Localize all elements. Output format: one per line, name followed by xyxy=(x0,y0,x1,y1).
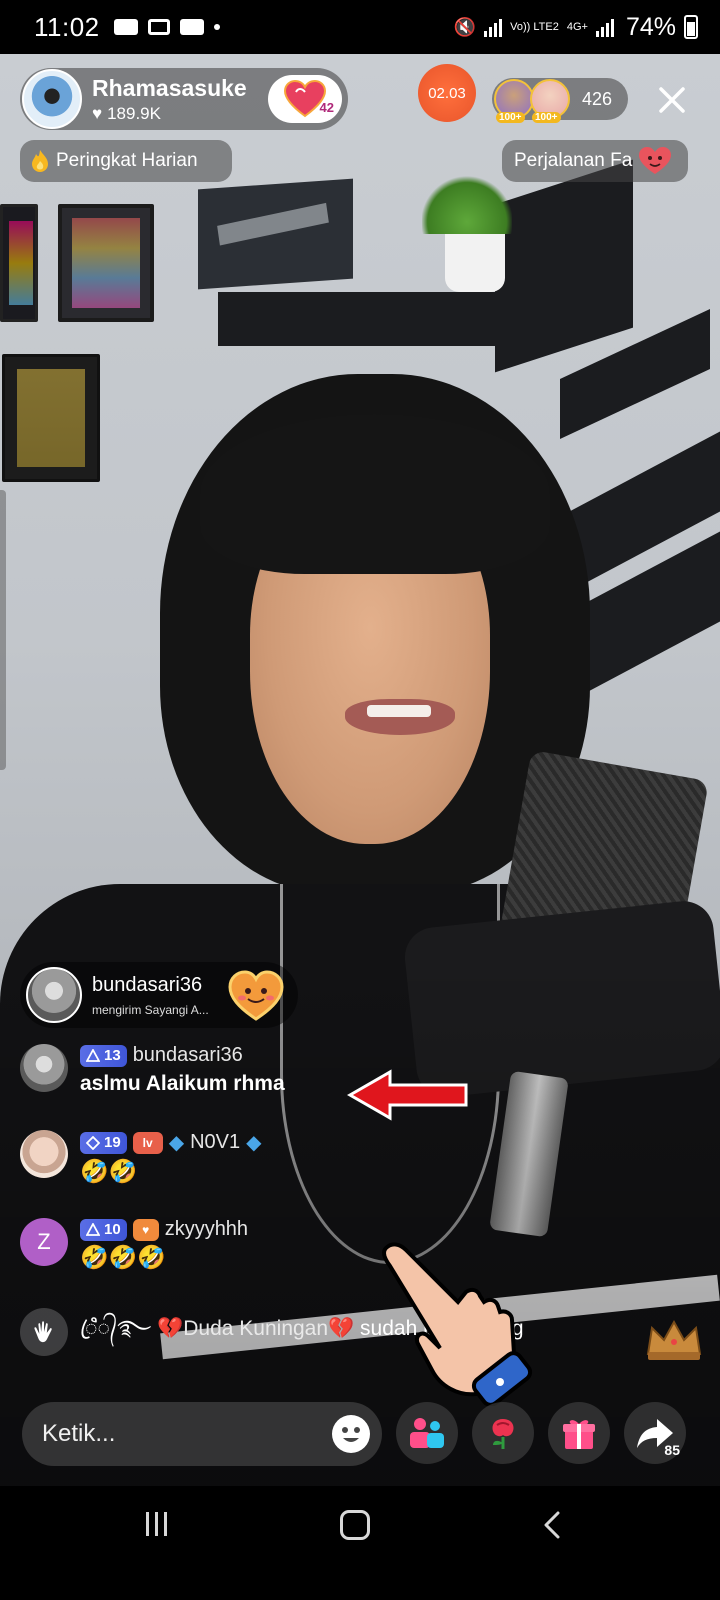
host-avatar[interactable] xyxy=(22,69,82,129)
gift-box-icon xyxy=(563,1420,595,1449)
daily-ranking-label: Peringkat Harian xyxy=(56,150,198,171)
gift-sender-avatar[interactable] xyxy=(26,967,82,1023)
host-name: Rhamasasuke xyxy=(92,74,247,101)
chat-username[interactable]: bundasari36 xyxy=(133,1044,243,1067)
chat-text: 🤣🤣 xyxy=(80,1158,138,1184)
top-viewers[interactable]: 100+ 100+ 426 xyxy=(492,78,628,123)
gift-description: mengirim Sayangi A... xyxy=(92,1002,209,1017)
wall-poster xyxy=(58,204,154,322)
red-arrow-icon xyxy=(346,1069,468,1121)
rose-icon xyxy=(492,1419,514,1449)
viewer-avatar[interactable]: 100+ xyxy=(494,79,534,123)
fan-badge: lv xyxy=(132,1131,163,1154)
chat-text: 🤣🤣🤣 xyxy=(80,1244,166,1270)
notification-dot-icon xyxy=(213,24,220,30)
daily-ranking-button[interactable]: Peringkat Harian xyxy=(20,140,232,182)
chat-username[interactable]: zkyyyhhh xyxy=(165,1218,248,1241)
level-badge: 13 xyxy=(80,1044,127,1067)
heart-icon: ♥ xyxy=(92,103,103,123)
wall-poster xyxy=(0,204,38,322)
chat-message[interactable]: 19 lv ◆ N0V1 ◆ 🤣🤣 xyxy=(20,1130,262,1185)
wall-poster xyxy=(2,354,100,482)
system-nav-bar xyxy=(0,1486,720,1600)
gift-button[interactable] xyxy=(548,1402,610,1464)
home-icon[interactable] xyxy=(340,1510,370,1540)
journey-label: Perjalanan Fa xyxy=(514,150,633,171)
join-notice: ꦿꦶ᭄࿐ 💔Duda Kuningan💔 sudah bergabung xyxy=(20,1308,640,1356)
emoji-icon[interactable] xyxy=(332,1415,370,1453)
join-username[interactable]: 💔Duda Kuningan💔 xyxy=(157,1317,354,1340)
level-badge: 10 xyxy=(80,1218,127,1241)
gift-banner[interactable]: bundasari36 mengirim Sayangi A... xyxy=(20,962,298,1028)
capcut-icon xyxy=(147,19,170,35)
comment-input[interactable]: Ketik... xyxy=(22,1402,382,1466)
video-call-icon xyxy=(113,19,138,35)
join-prefix: ꦿꦶ᭄࿐ xyxy=(80,1317,152,1340)
host-card[interactable]: Rhamasasuke ♥ 189.9K 42 xyxy=(20,68,348,130)
diamond-icon: ◆ xyxy=(168,1132,185,1154)
network-gen-label: 4G+ xyxy=(566,20,588,33)
gift-icon xyxy=(228,970,284,1021)
co-host-icon xyxy=(410,1418,444,1448)
plant-pot xyxy=(445,234,505,292)
close-icon[interactable] xyxy=(652,80,692,120)
fan-level: 42 xyxy=(319,100,334,115)
battery-percent: 74% xyxy=(625,12,676,41)
video-call-icon xyxy=(179,19,204,35)
back-icon[interactable] xyxy=(540,1510,564,1540)
gift-sender-name: bundasari36 xyxy=(92,973,203,996)
fan-heart-icon: 42 xyxy=(283,79,334,118)
comment-placeholder: Ketik... xyxy=(42,1420,116,1447)
battery-icon xyxy=(684,15,698,39)
flame-icon xyxy=(32,150,48,172)
journey-button[interactable]: Perjalanan Fa xyxy=(502,140,688,182)
fan-heart-badge: ♥ xyxy=(132,1218,159,1241)
wall-shelf xyxy=(218,292,503,346)
wave-hand-icon xyxy=(20,1308,68,1356)
side-panel-handle[interactable] xyxy=(0,490,6,770)
chat-avatar[interactable]: Z xyxy=(20,1218,68,1266)
fan-club-button[interactable]: 42 xyxy=(268,75,342,123)
share-button[interactable]: 85 xyxy=(624,1402,686,1464)
recent-apps-icon[interactable] xyxy=(146,1512,174,1536)
network-label: Vo)) LTE2 xyxy=(510,20,559,33)
signal-icon xyxy=(484,17,503,37)
event-timer[interactable]: 02.03 xyxy=(418,64,476,122)
status-time: 11:02 xyxy=(34,11,100,42)
signal-icon xyxy=(595,17,614,37)
level-triangle-icon xyxy=(86,1222,100,1236)
wall-art xyxy=(198,178,353,290)
crown-icon xyxy=(646,1319,702,1360)
streamer-fringe xyxy=(200,414,550,574)
plant xyxy=(422,174,512,234)
chat-message[interactable]: Z 10 ♥ zkyyyhhh 🤣🤣🤣 xyxy=(20,1218,248,1271)
live-video[interactable] xyxy=(0,54,720,1516)
streamer-mouth xyxy=(345,699,455,735)
wall-shelf xyxy=(495,159,633,373)
chat-username[interactable]: N0V1 xyxy=(190,1131,240,1154)
diamond-icon: ◆ xyxy=(246,1132,262,1154)
rose-gift-button[interactable] xyxy=(472,1402,534,1464)
level-diamond-icon xyxy=(86,1135,100,1150)
level-badge: 19 xyxy=(80,1131,127,1154)
heart-face-icon xyxy=(639,147,672,174)
share-count: 85 xyxy=(664,1442,680,1458)
chat-text: aslmu Alaikum rhma xyxy=(80,1072,285,1095)
pointing-hand-icon xyxy=(381,1242,533,1406)
host-likes: 189.9K xyxy=(107,103,161,123)
chat-message[interactable]: 13 bundasari36 aslmu Alaikum rhma xyxy=(20,1044,285,1096)
mute-icon: 🔇 xyxy=(453,16,477,37)
guest-link-button[interactable] xyxy=(396,1402,458,1464)
chat-avatar[interactable] xyxy=(20,1044,68,1092)
chat-avatar[interactable] xyxy=(20,1130,68,1178)
status-bar: 11:02 🔇 Vo)) LTE2 4G+ 74% xyxy=(0,0,720,54)
level-triangle-icon xyxy=(86,1048,100,1062)
viewer-avatar[interactable]: 100+ xyxy=(530,79,570,123)
viewer-count: 426 xyxy=(582,88,613,109)
